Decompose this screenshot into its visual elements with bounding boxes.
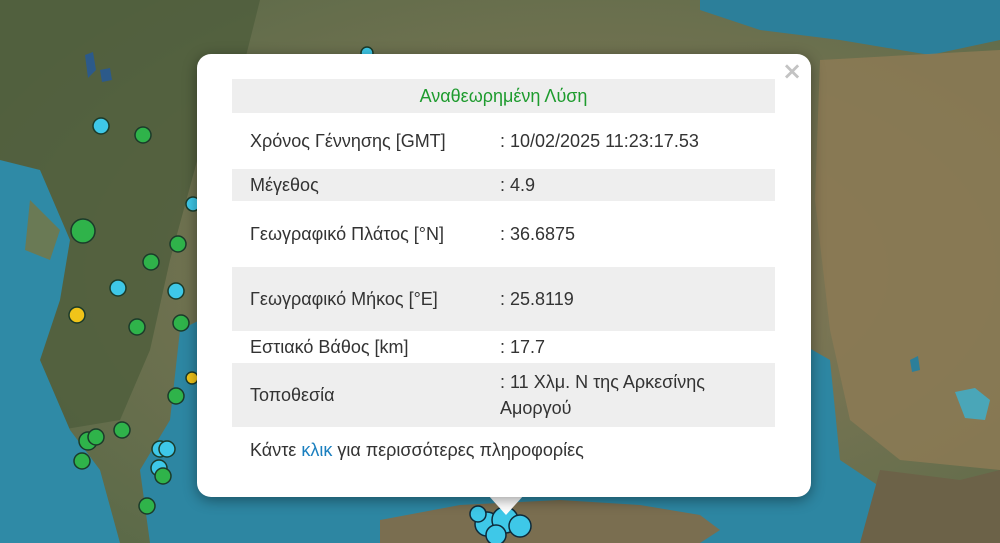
table-row: Τοποθεσία : 11 Χλμ. Ν της Αρκεσίνης Αμορ… <box>232 363 775 427</box>
table-row: Γεωγραφικό Πλάτος [°N] : 36.6875 <box>232 201 775 267</box>
longitude-label: Γεωγραφικό Μήκος [°E] <box>232 267 482 331</box>
land-area <box>860 470 1000 543</box>
popup-title: Αναθεωρημένη Λύση <box>232 79 775 113</box>
earthquake-marker[interactable] <box>142 253 160 271</box>
latitude-value: : 36.6875 <box>500 224 576 244</box>
more-info-prefix: Κάντε <box>250 440 302 460</box>
origin-time-label: Χρόνος Γέννησης [GMT] <box>250 131 446 151</box>
earthquake-marker[interactable] <box>508 514 532 538</box>
magnitude-value: : 4.9 <box>482 169 775 201</box>
more-info-suffix: για περισσότερες πληροφορίες <box>332 440 584 460</box>
close-button[interactable]: × <box>781 59 803 83</box>
depth-label: Εστιακό Βάθος [km] <box>250 337 409 357</box>
popup-tip <box>488 495 524 515</box>
earthquake-marker[interactable] <box>68 306 86 324</box>
location-value: : 11 Χλμ. Ν της Αρκεσίνης Αμοργού <box>482 363 775 427</box>
table-row: Γεωγραφικό Μήκος [°E] : 25.8119 <box>232 267 775 331</box>
earthquake-marker[interactable] <box>172 314 190 332</box>
earthquake-marker[interactable] <box>134 126 152 144</box>
table-title-row: Αναθεωρημένη Λύση <box>232 79 775 113</box>
latitude-label: Γεωγραφικό Πλάτος [°N] <box>250 224 444 244</box>
earthquake-marker[interactable] <box>113 421 131 439</box>
earthquake-marker[interactable] <box>92 117 110 135</box>
earthquake-marker[interactable] <box>109 279 127 297</box>
earthquake-marker[interactable] <box>485 524 507 543</box>
location-label: Τοποθεσία <box>232 363 482 427</box>
more-info-line: Κάντε κλικ για περισσότερες πληροφορίες <box>250 440 584 461</box>
table-row: Μέγεθος : 4.9 <box>232 169 775 201</box>
lake <box>100 68 112 82</box>
earthquake-marker[interactable] <box>70 218 96 244</box>
depth-value: : 17.7 <box>500 337 546 357</box>
origin-time-value: : 10/02/2025 11:23:17.53 <box>500 131 699 151</box>
earthquake-marker[interactable] <box>169 235 187 253</box>
earthquake-marker[interactable] <box>128 318 146 336</box>
earthquake-marker[interactable] <box>167 282 185 300</box>
earthquake-marker[interactable] <box>87 428 105 446</box>
earthquake-info-popup: × Αναθεωρημένη Λύση Χρόνος Γέννησης [GMT… <box>197 54 811 497</box>
earthquake-marker[interactable] <box>158 440 176 458</box>
earthquake-marker[interactable] <box>154 467 172 485</box>
earthquake-marker[interactable] <box>167 387 185 405</box>
table-row: Εστιακό Βάθος [km] : 17.7 <box>232 331 775 363</box>
magnitude-label: Μέγεθος <box>232 169 482 201</box>
earthquake-details-table: Αναθεωρημένη Λύση Χρόνος Γέννησης [GMT] … <box>232 79 775 427</box>
earthquake-marker[interactable] <box>138 497 156 515</box>
table-row: Χρόνος Γέννησης [GMT] : 10/02/2025 11:23… <box>232 113 775 169</box>
earthquake-marker[interactable] <box>73 452 91 470</box>
more-info-link[interactable]: κλικ <box>301 440 332 460</box>
earthquake-marker[interactable] <box>469 505 487 523</box>
longitude-value: : 25.8119 <box>482 267 775 331</box>
